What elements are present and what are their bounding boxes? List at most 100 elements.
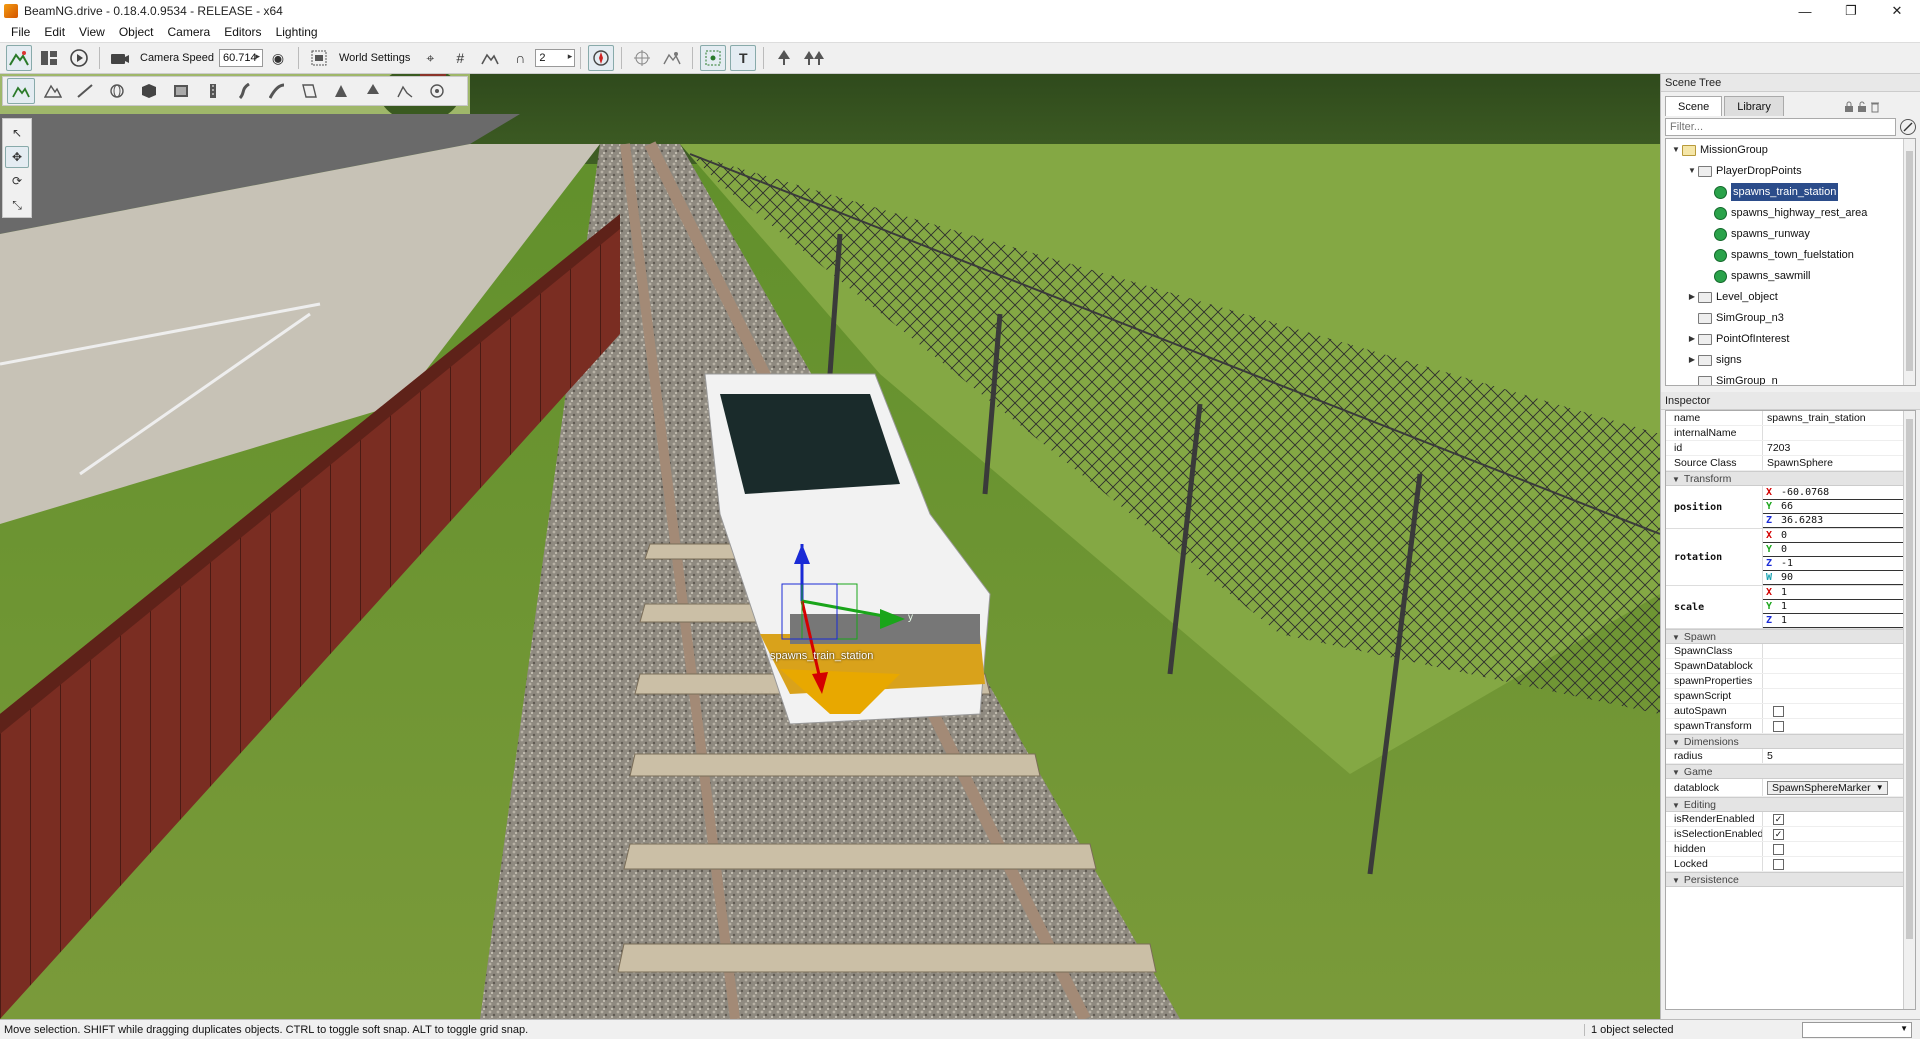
rotate-tool-icon[interactable]: ⟳: [5, 170, 29, 192]
forest-icon[interactable]: [359, 78, 387, 104]
spawn-transform-checkbox[interactable]: [1773, 721, 1784, 732]
rotation-z-field[interactable]: Z -1: [1763, 557, 1915, 571]
grid-size-input[interactable]: 2 ▸: [535, 49, 576, 67]
tree-item[interactable]: SimGroup_n3: [1686, 309, 1784, 327]
visibility-eye-icon[interactable]: ◉: [265, 45, 291, 71]
tree-item[interactable]: ▼ MissionGroup: [1670, 141, 1768, 159]
tree-item[interactable]: ▼ PlayerDropPoints: [1686, 162, 1802, 180]
lock-icon[interactable]: [1844, 101, 1854, 116]
inspector-scroll-thumb[interactable]: [1906, 419, 1913, 939]
bounds-center-icon[interactable]: [659, 45, 685, 71]
position-y-field[interactable]: Y 66: [1763, 500, 1915, 514]
minimize-button[interactable]: —: [1782, 0, 1828, 22]
position-z-field[interactable]: Z 36.6283: [1763, 514, 1915, 528]
3d-viewport[interactable]: spawns_train_station y ↖ ✥ ⟳ ⤡: [0, 74, 1660, 1019]
spawn-script-field[interactable]: [1762, 689, 1915, 703]
chevron-right-icon[interactable]: ▸: [255, 51, 260, 62]
object-center-icon[interactable]: [629, 45, 655, 71]
scene-tree[interactable]: ▼ MissionGroup ▼ PlayerDropPoints spawns_tra…: [1665, 138, 1916, 386]
chevron-right-icon[interactable]: ▶: [1686, 330, 1698, 348]
datablock-select[interactable]: SpawnSphereMarker ▼: [1767, 781, 1888, 795]
scale-x-field[interactable]: X1: [1763, 586, 1915, 600]
terrain-mountain-icon[interactable]: [39, 78, 67, 104]
tab-library[interactable]: Library: [1724, 96, 1784, 116]
spawn-class-field[interactable]: [1762, 644, 1915, 658]
tree-item[interactable]: SimGroup_n: [1686, 372, 1778, 385]
soft-snap-icon[interactable]: ⌖: [417, 45, 443, 71]
mesh-road-icon[interactable]: [263, 78, 291, 104]
chevron-down-icon[interactable]: ▼: [1670, 141, 1682, 159]
section-spawn[interactable]: ▼ Spawn: [1666, 629, 1915, 644]
decal-road-icon[interactable]: [295, 78, 323, 104]
sky-globe-icon[interactable]: [103, 78, 131, 104]
tree-item[interactable]: ▶ signs: [1686, 351, 1742, 369]
spawn-datablock-field[interactable]: [1762, 659, 1915, 673]
menu-view[interactable]: View: [72, 22, 112, 42]
section-persistence[interactable]: ▼ Persistence: [1666, 872, 1915, 887]
forest-brush-icon[interactable]: [771, 45, 797, 71]
layout-panels-icon[interactable]: [36, 45, 62, 71]
mesh-cube-icon[interactable]: [135, 78, 163, 104]
tab-scene[interactable]: Scene: [1665, 96, 1723, 116]
play-game-icon[interactable]: [66, 45, 92, 71]
scale-z-field[interactable]: Z1: [1763, 614, 1915, 628]
status-combo[interactable]: ▼: [1802, 1022, 1912, 1038]
chevron-right-icon[interactable]: ▸: [568, 51, 573, 62]
terrain-snap-icon[interactable]: [477, 45, 503, 71]
rotation-x-field[interactable]: X0: [1763, 529, 1915, 543]
section-editing[interactable]: ▼ Editing: [1666, 797, 1915, 812]
render-enabled-checkbox[interactable]: ✓: [1773, 814, 1784, 825]
chevron-down-icon[interactable]: ▼: [1686, 162, 1698, 180]
maximize-button[interactable]: ❐: [1828, 0, 1874, 22]
inspector-scrollbar[interactable]: [1903, 411, 1915, 1009]
camera-icon[interactable]: [107, 45, 133, 71]
name-field[interactable]: spawns_train_station: [1762, 411, 1915, 425]
particle-icon[interactable]: [423, 78, 451, 104]
navmesh-icon[interactable]: [391, 78, 419, 104]
select-arrow-icon[interactable]: ↖: [5, 122, 29, 144]
hidden-checkbox[interactable]: [1773, 844, 1784, 855]
tree-item[interactable]: spawns_train_station: [1702, 183, 1839, 201]
compass-orientation-icon[interactable]: [588, 45, 615, 71]
grid-snap-icon[interactable]: #: [447, 45, 473, 71]
section-dimensions[interactable]: ▼ Dimensions: [1666, 734, 1915, 749]
tree-scrollbar[interactable]: [1903, 139, 1915, 385]
screenshot-icon[interactable]: [306, 45, 332, 71]
terrain-editor-icon[interactable]: [6, 45, 32, 71]
delete-icon[interactable]: [1870, 101, 1880, 116]
text-labels-icon[interactable]: T: [730, 45, 757, 71]
chevron-right-icon[interactable]: ▶: [1686, 351, 1698, 369]
road-editor-icon[interactable]: [199, 78, 227, 104]
auto-spawn-checkbox[interactable]: [1773, 706, 1784, 717]
scale-tool-icon[interactable]: ⤡: [5, 194, 29, 216]
scale-y-field[interactable]: Y1: [1763, 600, 1915, 614]
internal-name-field[interactable]: [1762, 426, 1915, 440]
selection-enabled-checkbox[interactable]: ✓: [1773, 829, 1784, 840]
river-editor-icon[interactable]: [231, 78, 259, 104]
decal-icon[interactable]: [327, 78, 355, 104]
scene-filter-input[interactable]: [1665, 118, 1896, 136]
material-icon[interactable]: [167, 78, 195, 104]
menu-camera[interactable]: Camera: [161, 22, 218, 42]
position-x-field[interactable]: X -60.0768: [1763, 486, 1915, 500]
tree-scroll-thumb[interactable]: [1906, 151, 1913, 371]
rotation-w-field[interactable]: W 90: [1763, 571, 1915, 585]
terrain-paint-icon[interactable]: [71, 78, 99, 104]
spawn-properties-field[interactable]: [1762, 674, 1915, 688]
menu-editors[interactable]: Editors: [217, 22, 268, 42]
tree-item[interactable]: ▶ Level_object: [1686, 288, 1778, 306]
rotation-y-field[interactable]: Y0: [1763, 543, 1915, 557]
radius-field[interactable]: 5: [1762, 749, 1915, 763]
object-select-icon[interactable]: [7, 78, 35, 104]
close-button[interactable]: ✕: [1874, 0, 1920, 22]
section-transform[interactable]: ▼ Transform: [1666, 471, 1915, 486]
section-game[interactable]: ▼ Game: [1666, 764, 1915, 779]
menu-edit[interactable]: Edit: [37, 22, 72, 42]
locked-checkbox[interactable]: [1773, 859, 1784, 870]
tree-item[interactable]: spawns_sawmill: [1702, 267, 1810, 285]
chevron-right-icon[interactable]: ▶: [1686, 288, 1698, 306]
menu-object[interactable]: Object: [112, 22, 161, 42]
unlock-icon[interactable]: [1857, 101, 1867, 116]
forest-editor-icon[interactable]: [801, 45, 827, 71]
tree-item[interactable]: spawns_highway_rest_area: [1702, 204, 1867, 222]
